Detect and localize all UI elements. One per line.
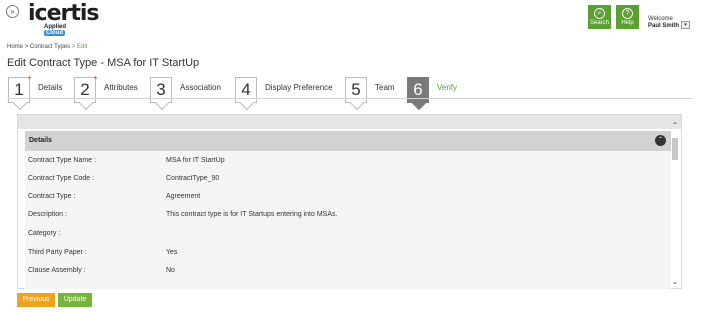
- update-button[interactable]: Update: [58, 293, 92, 307]
- help-icon: ?: [622, 8, 633, 19]
- previous-button[interactable]: Previous: [17, 293, 55, 307]
- search-label: Search: [589, 20, 609, 26]
- steps-divider: [7, 98, 693, 99]
- detail-row: Contract Type : Agreement: [28, 193, 201, 200]
- logo-text: icertis: [28, 1, 100, 26]
- username: Paul Smith: [648, 23, 680, 29]
- detail-row: Clause Assembly : No: [28, 267, 175, 274]
- logo-subtext: Applied Cloud: [44, 24, 66, 36]
- user-menu-dropdown[interactable]: ▾: [681, 21, 690, 29]
- collapse-section-icon[interactable]: ⌃: [655, 135, 666, 146]
- page-title: Edit Contract Type - MSA for IT StartUp: [7, 57, 200, 69]
- search-button[interactable]: ⌕ Search: [588, 5, 611, 29]
- scroll-up-icon[interactable]: ⌃: [671, 121, 679, 130]
- breadcrumb-contract-types[interactable]: Contract Types: [30, 44, 70, 50]
- panel-top-bar: [18, 115, 681, 129]
- detail-row: Category :: [28, 230, 61, 237]
- details-section-header[interactable]: Details ⌃: [25, 131, 671, 151]
- detail-row: Description : This contract type is for I…: [28, 211, 338, 218]
- help-label: Help: [621, 20, 634, 26]
- detail-row: Contract Type Code : ContractType_90: [28, 175, 220, 182]
- detail-row: Third Party Paper : Yes: [28, 249, 178, 256]
- section-title: Details: [29, 137, 52, 144]
- details-content: Contract Type Name : MSA for IT StartUp C…: [25, 151, 671, 289]
- collapse-menu-icon[interactable]: »: [6, 5, 19, 18]
- breadcrumb-edit: Edit: [76, 44, 88, 50]
- breadcrumb: Home > Contract Types > Edit: [7, 44, 88, 50]
- breadcrumb-home[interactable]: Home: [7, 44, 23, 50]
- search-icon: ⌕: [594, 8, 605, 19]
- scroll-down-icon[interactable]: ⌄: [671, 277, 679, 286]
- help-button[interactable]: ? Help: [616, 5, 639, 29]
- welcome-text: Welcome: [648, 16, 673, 22]
- details-panel: Details ⌃ Contract Type Name : MSA for IT…: [17, 114, 682, 289]
- scroll-thumb[interactable]: [672, 138, 678, 160]
- vertical-scrollbar[interactable]: ⌃ ⌄: [671, 121, 679, 286]
- detail-row: Contract Type Name : MSA for IT StartUp: [28, 157, 225, 164]
- icertis-logo: icertis Applied Cloud: [28, 1, 100, 36]
